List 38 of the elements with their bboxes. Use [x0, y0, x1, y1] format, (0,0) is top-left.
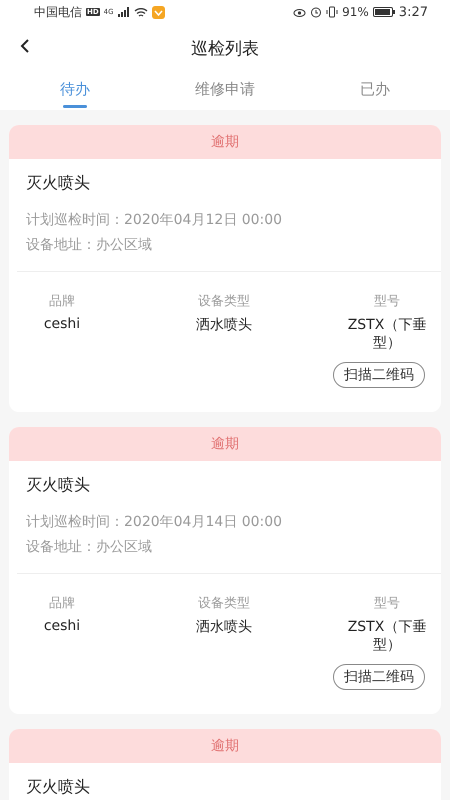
scan-qr-button[interactable]: 扫描二维码 — [333, 362, 425, 388]
clock-time: 3:27 — [398, 4, 428, 20]
planned-time: 计划巡检时间：2020年04月12日 00:00 — [26, 211, 284, 230]
device-name: 灭火喷头 — [26, 173, 91, 194]
scan-qr-button[interactable]: 扫描二维码 — [333, 664, 425, 690]
field-label: 品牌 — [49, 293, 75, 310]
tab[interactable]: 维修申请 — [150, 72, 300, 110]
device-address: 设备地址：办公区域 — [26, 538, 153, 557]
battery-percent: 91% — [342, 5, 369, 19]
field-label: 设备类型 — [198, 293, 250, 310]
carrier-name: 中国电信 — [34, 4, 82, 20]
field-label: 品牌 — [49, 595, 75, 612]
wifi-icon — [134, 6, 148, 18]
device-address: 设备地址：办公区域 — [26, 236, 153, 255]
planned-time: 计划巡检时间：2020年04月14日 00:00 — [26, 513, 284, 532]
status-label: 逾期 — [211, 133, 239, 151]
status-label: 逾期 — [211, 435, 239, 453]
alarm-icon — [310, 6, 322, 18]
tab[interactable]: 已办 — [300, 72, 450, 110]
vibrate-icon — [326, 6, 338, 18]
field-value: ceshi — [44, 618, 80, 634]
device-name: 灭火喷头 — [26, 475, 91, 496]
field-value: ceshi — [44, 316, 80, 332]
field-value: ZSTX（下垂型） — [346, 618, 428, 654]
field-value: 洒水喷头 — [196, 618, 252, 636]
app-notification-icon — [152, 6, 165, 18]
field-label: 设备类型 — [198, 595, 250, 612]
page-title: 巡检列表 — [191, 38, 259, 60]
field-value: 洒水喷头 — [196, 316, 252, 334]
eye-icon — [293, 6, 306, 18]
device-name: 灭火喷头 — [26, 777, 91, 798]
status-label: 逾期 — [211, 737, 239, 755]
field-label: 型号 — [374, 293, 400, 310]
signal-icon — [118, 7, 130, 17]
battery-icon — [372, 7, 395, 17]
field-value: ZSTX（下垂型） — [346, 316, 428, 352]
field-label: 型号 — [374, 595, 400, 612]
tab[interactable]: 待办 — [0, 72, 150, 110]
